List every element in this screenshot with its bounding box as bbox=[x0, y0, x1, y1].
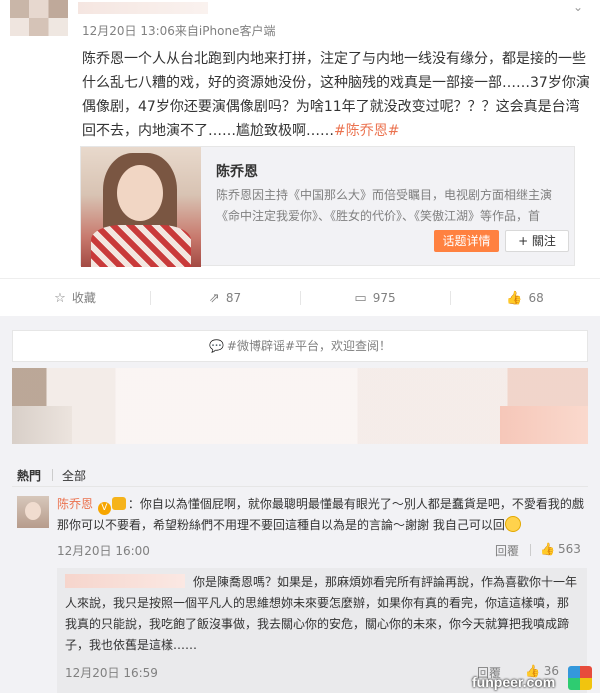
topic-title[interactable]: 陈乔恩 bbox=[216, 161, 258, 181]
blurred-block-left bbox=[12, 406, 72, 444]
comment-count: 975 bbox=[372, 291, 396, 305]
laughing-emoji-icon bbox=[504, 516, 521, 532]
tab-all[interactable]: 全部 bbox=[62, 467, 86, 484]
blurred-block-right bbox=[500, 406, 588, 444]
topic-link[interactable]: #陈乔恩# bbox=[334, 123, 399, 139]
commenter-avatar[interactable] bbox=[17, 496, 49, 528]
thumbs-up-icon: 👍 bbox=[540, 542, 555, 556]
vip-crown-icon bbox=[111, 497, 126, 510]
verified-badge-icon: V bbox=[97, 502, 111, 515]
commenter-name[interactable]: 陈乔恩 bbox=[57, 497, 93, 511]
post-text: 陈乔恩一个人从台北跑到内地来打拼，注定了与内地一线没有缘分，都是接的一些什么乱七… bbox=[82, 47, 592, 143]
topic-description: 陈乔恩因主持《中国那么大》而倍受瞩目，电视剧方面相继主演《命中注定我爱你》、《胜… bbox=[216, 188, 553, 223]
reply-time: 12月20日 16:59 bbox=[65, 666, 158, 680]
weibo-post: ⌄ 12月20日 13:06来自iPhone客户端 陈乔恩一个人从台北跑到内地来… bbox=[0, 0, 600, 278]
reply-button[interactable]: 回覆 bbox=[495, 542, 519, 559]
action-bar: ☆ 收藏 ⇗ 87 ▭ 975 👍 68 bbox=[0, 278, 600, 316]
share-button[interactable]: ⇗ 87 bbox=[150, 279, 300, 317]
comment-section: 💬 #微博辟谣#平台，欢迎查阅！ 熱門 全部 陈乔恩 V ：你自以為懂個屁啊，就你最… bbox=[0, 316, 600, 693]
favorite-button[interactable]: ☆ 收藏 bbox=[0, 279, 150, 317]
topic-detail-button[interactable]: 话题详情 bbox=[434, 230, 499, 252]
user-avatar-pixelated[interactable] bbox=[10, 0, 68, 36]
rumor-notice[interactable]: 💬 #微博辟谣#平台，欢迎查阅！ bbox=[12, 330, 588, 362]
comment-button[interactable]: ▭ 975 bbox=[300, 279, 450, 317]
chevron-down-icon[interactable]: ⌄ bbox=[568, 0, 588, 14]
follow-button[interactable]: + 關注 bbox=[505, 230, 569, 252]
comment-tabs: 熱門 全部 bbox=[12, 463, 588, 487]
comment-icon: ▭ bbox=[354, 291, 367, 306]
share-count: 87 bbox=[225, 291, 242, 305]
speech-bubble-icon: 💬 bbox=[208, 339, 224, 353]
user-name-blurred[interactable] bbox=[78, 2, 208, 14]
topic-card[interactable]: 陈乔恩 陈乔恩因主持《中国那么大》而倍受瞩目，电视剧方面相继主演《命中注定我爱你… bbox=[80, 146, 575, 267]
like-button[interactable]: 👍 68 bbox=[450, 279, 600, 317]
favorite-label: 收藏 bbox=[71, 291, 96, 305]
tab-hot[interactable]: 熱門 bbox=[17, 467, 41, 484]
thumbs-up-icon: 👍 bbox=[506, 291, 523, 306]
top-comment: 陈乔恩 V ：你自以為懂個屁啊，就你最聰明最懂最有眼光了～別人都是蠢貨是吧，不愛看… bbox=[57, 494, 587, 536]
watermark: funpeer.com bbox=[472, 674, 556, 690]
star-icon: ☆ bbox=[54, 291, 66, 306]
notice-text: #微博辟谣#平台，欢迎查阅！ bbox=[226, 339, 392, 353]
comment-like-count: 563 bbox=[557, 542, 581, 556]
comment-time: 12月20日 16:00 bbox=[57, 544, 150, 558]
watermark-logo bbox=[568, 666, 592, 690]
post-meta: 12月20日 13:06来自iPhone客户端 bbox=[82, 24, 276, 38]
divider bbox=[12, 486, 588, 487]
reply-text: 你是陳喬恩嗎？如果是，那麻煩妳看完所有評論再說，作為喜歡你十一年人來說，我只是按… bbox=[65, 575, 578, 652]
like-count: 68 bbox=[528, 291, 544, 305]
comment-like-button[interactable]: 👍 563 bbox=[540, 542, 581, 556]
share-icon: ⇗ bbox=[208, 291, 220, 306]
topic-photo[interactable] bbox=[81, 147, 201, 267]
